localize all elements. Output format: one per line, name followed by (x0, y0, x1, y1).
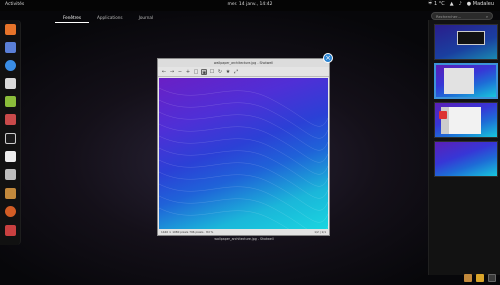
terminal-thumbnail (457, 31, 485, 45)
enhance-icon[interactable]: ★ (225, 69, 231, 75)
zoom-actual-icon[interactable]: ▣ (201, 68, 207, 76)
workspace-2[interactable] (434, 63, 498, 99)
tab-applications[interactable]: Applications (89, 13, 131, 23)
search-icon: ⌕ (485, 13, 488, 19)
forward-icon[interactable]: → (169, 69, 175, 75)
message-tray (464, 274, 496, 282)
search-input[interactable]: Rechercher… ⌕ (431, 12, 493, 20)
zoom-out-icon[interactable]: − (177, 69, 183, 75)
document-icon[interactable] (5, 78, 16, 89)
toolbox-icon[interactable] (5, 225, 16, 236)
image-info: 1440 × 1080 pixels 796 pixels · 8d % (161, 230, 214, 234)
wallpaper-image (159, 78, 328, 230)
window-title: wallpaper_architecture.jpg - Shotwell (158, 59, 329, 67)
app-thumbnail-icon (439, 111, 447, 119)
clock[interactable]: mer. 14 janv., 14:42 (200, 2, 300, 7)
mail-icon[interactable] (5, 42, 16, 53)
shotwell-window[interactable]: wallpaper_architecture.jpg - Shotwell ← … (157, 58, 330, 236)
viewer-toolbar: ← → − + □ ▣ ☐ ↻ ★ ⤢ (158, 67, 329, 77)
select-icon[interactable]: ☐ (209, 69, 215, 75)
wave-lines (159, 87, 328, 230)
settings-icon[interactable] (5, 114, 16, 125)
calculator-icon[interactable] (5, 169, 16, 180)
dash (0, 20, 21, 245)
tab-windows[interactable]: Fenêtres (55, 13, 90, 23)
zoom-fit-icon[interactable]: □ (193, 69, 199, 75)
files-tray-icon[interactable] (464, 274, 472, 282)
zoom-in-icon[interactable]: + (185, 69, 191, 75)
wifi-icon: ▲ (449, 1, 454, 7)
activities-button[interactable]: Activités (5, 2, 24, 7)
top-bar: Activités mer. 14 janv., 14:42 ☔ 1 °C ▲ … (0, 0, 500, 11)
system-menu[interactable]: ☔ 1 °C ▲ ♪ ● Madaleu (428, 1, 494, 7)
shotwell-thumbnail (444, 68, 474, 94)
install-icon[interactable] (5, 96, 16, 107)
chat-icon[interactable] (488, 274, 496, 282)
workspace-switcher (428, 20, 500, 275)
files-icon[interactable] (5, 188, 16, 199)
app-thumbnail (441, 107, 481, 134)
close-window-button[interactable]: × (323, 53, 333, 63)
user-menu[interactable]: ● Madaleu (467, 1, 494, 7)
tab-journal[interactable]: Journal (131, 13, 161, 23)
workspace-4[interactable] (434, 141, 498, 177)
fullscreen-icon[interactable]: ⤢ (233, 69, 239, 75)
window-caption: wallpaper_architecture.jpg - Shotwell (214, 237, 274, 241)
search-placeholder: Rechercher… (436, 13, 462, 19)
weather-indicator[interactable]: ☔ 1 °C (428, 1, 445, 7)
notification-icon[interactable] (476, 274, 484, 282)
volume-icon: ♪ (458, 1, 462, 7)
firefox-icon[interactable] (5, 24, 16, 35)
view-tabs: Fenêtres Applications Journal (55, 13, 161, 23)
rotate-icon[interactable]: ↻ (217, 69, 223, 75)
calendar-icon[interactable] (5, 151, 16, 162)
terminal-icon[interactable] (5, 133, 16, 144)
workspace-3[interactable] (434, 102, 498, 138)
desktop: Activités mer. 14 janv., 14:42 ☔ 1 °C ▲ … (0, 0, 500, 285)
page-indicator: 1/2 | 1/1 (314, 230, 326, 234)
status-bar: 1440 × 1080 pixels 796 pixels · 8d % 1/2… (158, 229, 329, 235)
ubuntu-icon[interactable] (5, 206, 16, 217)
chromium-icon[interactable] (5, 60, 16, 71)
back-icon[interactable]: ← (161, 69, 167, 75)
workspace-1[interactable] (434, 24, 498, 60)
